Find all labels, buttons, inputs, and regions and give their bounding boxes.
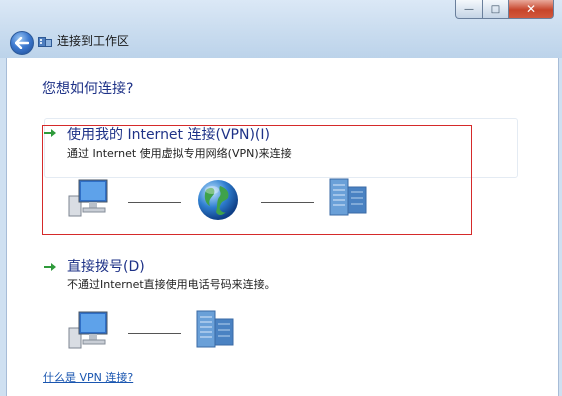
window-controls: — □ ✕ <box>455 0 554 20</box>
connection-line <box>261 202 314 203</box>
vpn-option-description: 通过 Internet 使用虚拟专用网络(VPN)来连接 <box>67 147 292 160</box>
globe-icon <box>198 180 238 220</box>
dialup-option-link[interactable]: 直接拨号(D) <box>67 256 145 276</box>
green-arrow-icon <box>44 129 56 137</box>
page-question: 您想如何连接? <box>42 81 134 97</box>
title-bar: — □ ✕ 连接到工作区 <box>0 0 562 58</box>
vpn-option-link[interactable]: 使用我的 Internet 连接(VPN)(I) <box>67 124 270 144</box>
connection-line <box>128 202 181 203</box>
green-arrow-icon <box>44 263 56 271</box>
maximize-button[interactable]: □ <box>483 0 509 19</box>
connection-line <box>128 333 181 334</box>
dialup-option-description: 不通过Internet直接使用电话号码来连接。 <box>67 278 276 291</box>
back-arrow-icon <box>15 37 29 49</box>
minimize-button[interactable]: — <box>455 0 483 19</box>
back-button[interactable] <box>10 31 34 55</box>
window-title: 连接到工作区 <box>57 34 130 48</box>
computer-icon <box>68 179 108 217</box>
workplace-icon <box>38 37 52 47</box>
computer-icon <box>68 311 108 349</box>
close-button[interactable]: ✕ <box>509 0 554 19</box>
wizard-content: 您想如何连接? 使用我的 Internet 连接(VPN)(I) 通过 Inte… <box>6 58 559 396</box>
server-icon <box>196 310 234 348</box>
server-icon <box>329 178 367 216</box>
vpn-help-link[interactable]: 什么是 VPN 连接? <box>43 369 133 385</box>
